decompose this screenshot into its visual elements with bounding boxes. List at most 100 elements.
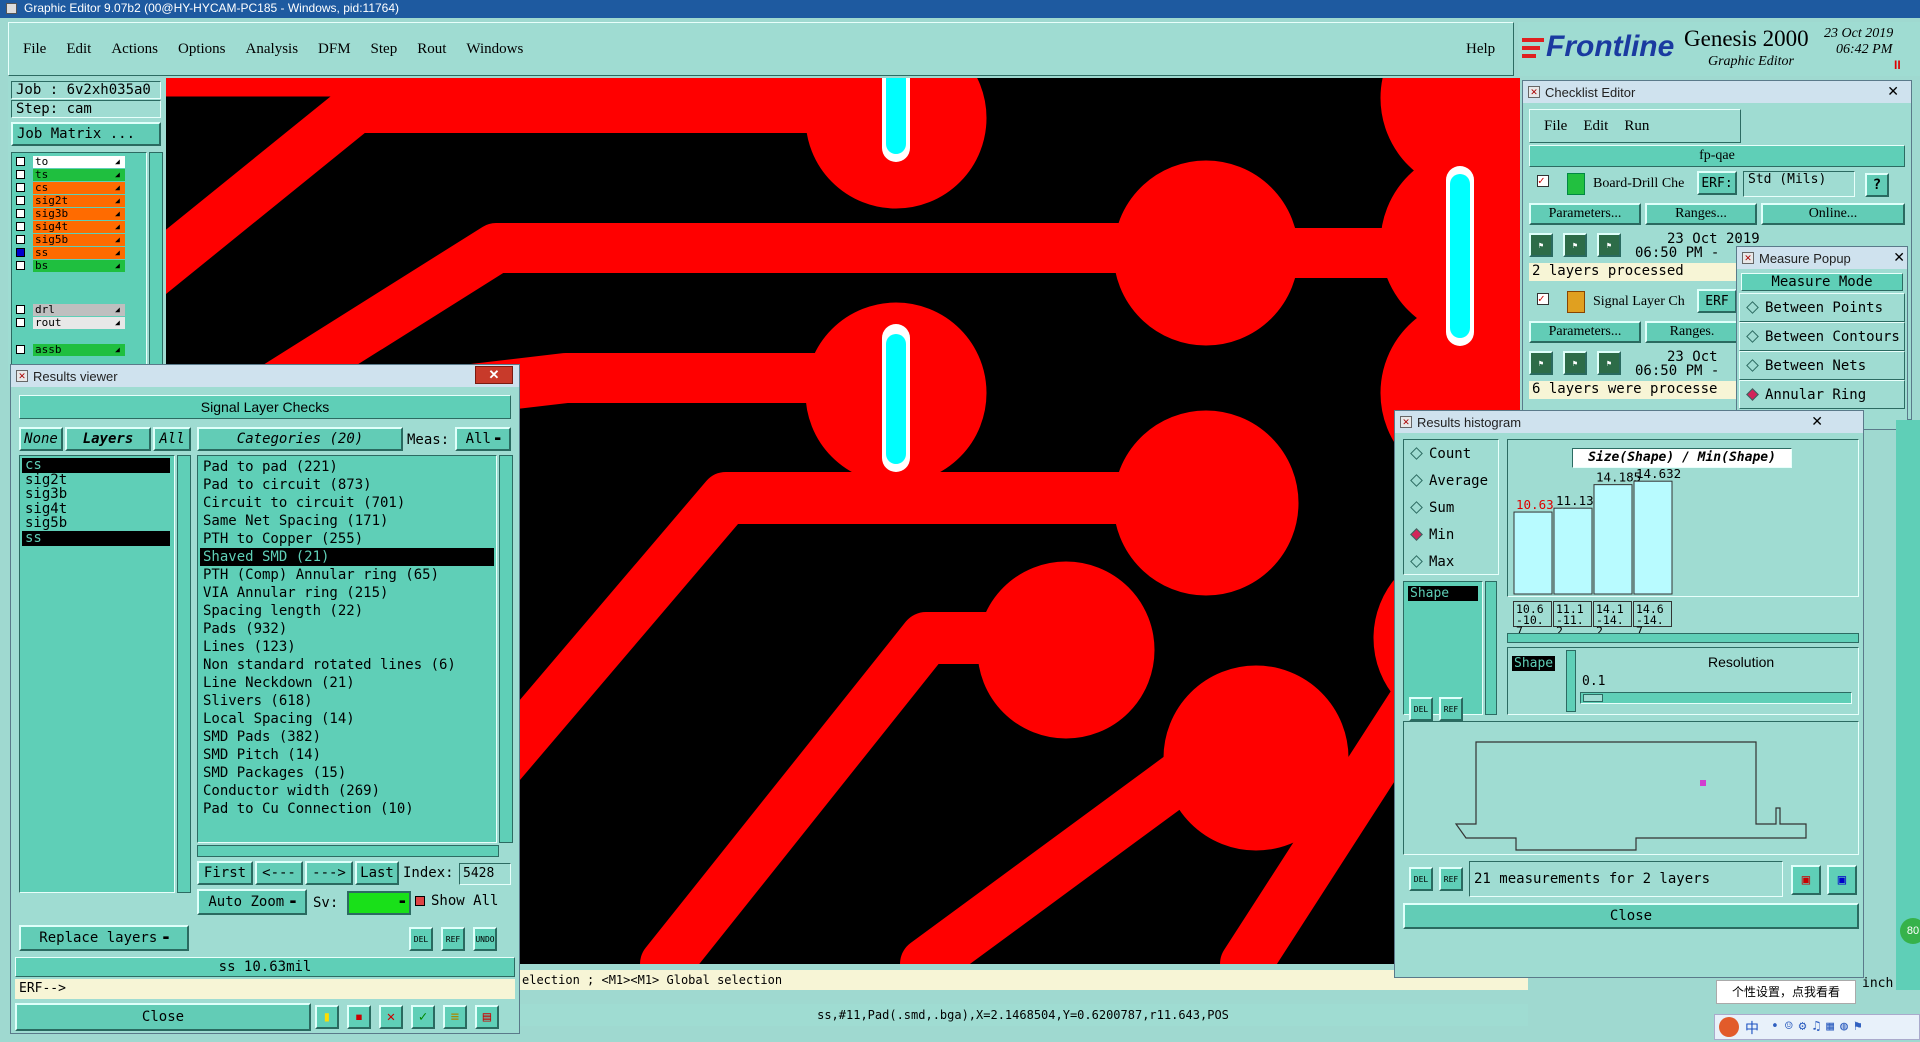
shape-scrollbar[interactable] [1485,581,1497,715]
res-slider[interactable] [1580,692,1852,704]
category-item[interactable]: Line Neckdown (21) [200,674,494,692]
del-icon[interactable]: DEL [409,927,433,951]
layer-checkbox[interactable] [16,261,25,270]
menu-edit[interactable]: Edit [66,41,91,58]
layer-checkbox[interactable] [16,157,25,166]
layer-row[interactable]: ts ◢ [14,168,125,181]
histogram-bar[interactable] [1513,511,1553,595]
layer-arrow-icon[interactable]: ◢ [115,157,120,166]
category-item[interactable]: SMD Pads (382) [200,728,494,746]
ranges-button-2[interactable]: Ranges. [1645,321,1739,343]
layer-arrow-icon[interactable]: ◢ [115,235,120,244]
category-item[interactable]: Spacing length (22) [200,602,494,620]
category-item[interactable]: Pad to Cu Connection (10) [200,800,494,818]
menu-dfm[interactable]: DFM [318,41,351,58]
hist-mode-count[interactable]: Count [1404,440,1498,467]
layer-checkbox[interactable] [16,248,25,257]
row1-help[interactable]: ? [1865,173,1889,197]
category-item[interactable]: Pad to pad (221) [200,458,494,476]
result-layer-item[interactable]: sig2t [22,472,170,488]
category-item[interactable]: PTH to Copper (255) [200,530,494,548]
layer-arrow-icon[interactable]: ◢ [115,305,120,314]
ranges-button-1[interactable]: Ranges... [1645,203,1757,225]
result-layer-item[interactable]: sig5b [22,516,170,531]
menu-help[interactable]: Help [1466,41,1495,58]
layer-row[interactable]: ss ◢ [14,246,125,259]
layer-result-scrollbar[interactable] [177,455,191,893]
none-button[interactable]: None [19,427,63,451]
category-item[interactable]: SMD Packages (15) [200,764,494,782]
category-item[interactable]: Slivers (618) [200,692,494,710]
ime-lang[interactable]: 中 [1745,1018,1759,1038]
category-item[interactable]: VIA Annular ring (215) [200,584,494,602]
shape-item[interactable]: Shape [1408,586,1478,601]
replace-layers-select[interactable]: Replace layers ▬ [19,925,189,951]
run-icon-6[interactable]: ⚑ [1597,351,1621,375]
res-scroll[interactable] [1566,650,1576,712]
measure-option[interactable]: Between Contours [1739,322,1905,351]
result-layer-item[interactable]: cs [22,458,170,473]
layer-row[interactable]: cs ◢ [14,181,125,194]
layer-checkbox[interactable] [16,209,25,218]
category-item[interactable]: Local Spacing (14) [200,710,494,728]
layer-arrow-icon[interactable]: ◢ [115,196,120,205]
run-icon-4[interactable]: ⚑ [1529,351,1553,375]
category-item[interactable]: Pad to circuit (873) [200,476,494,494]
category-item[interactable]: Shaved SMD (21) [200,548,494,566]
layer-checkbox[interactable] [16,183,25,192]
layer-row[interactable]: sig4t ◢ [14,220,125,233]
meas-select[interactable]: All ▬ [455,427,511,451]
layer-scrollbar[interactable] [149,152,163,378]
layer-arrow-icon[interactable]: ◢ [115,345,120,354]
histogram-bar[interactable] [1633,480,1673,595]
tip-badge[interactable]: 80 [1900,918,1920,944]
layer-checkbox[interactable] [16,196,25,205]
category-item[interactable]: Lines (123) [200,638,494,656]
erf-input[interactable]: ERF--> [15,979,515,999]
right-scroll-strip[interactable] [1896,420,1920,990]
menu-actions[interactable]: Actions [111,41,158,58]
results-close-button[interactable]: Close [15,1003,311,1031]
checklist-menu-run[interactable]: Run [1624,118,1649,135]
row1-erf[interactable]: ERF: [1697,171,1737,195]
tool-icon-3[interactable]: ✕ [379,1005,403,1029]
row2-checkbox[interactable]: ✓ [1537,293,1549,305]
layer-arrow-icon[interactable]: ◢ [115,222,120,231]
showall-checkbox[interactable]: Show All [415,893,498,909]
category-scrollbar-h[interactable] [197,845,499,857]
menu-windows[interactable]: Windows [466,41,523,58]
result-layer-item[interactable]: sig4t [22,502,170,517]
hist-mode-min[interactable]: Min [1404,521,1498,548]
run-icon-2[interactable]: ⚑ [1563,233,1587,257]
index-input[interactable]: 5428 [459,863,511,885]
chart-scrollbar[interactable] [1507,633,1859,643]
layer-arrow-icon[interactable]: ◢ [115,261,120,270]
hist-ref-icon-2[interactable]: REF [1439,867,1463,891]
row1-label[interactable]: Board-Drill Che [1593,176,1684,192]
run-icon-5[interactable]: ⚑ [1563,351,1587,375]
histogram-bar[interactable] [1553,507,1593,595]
menu-rout[interactable]: Rout [417,41,446,58]
layer-arrow-icon[interactable]: ◢ [115,170,120,179]
tool-icon-1[interactable]: ▮ [315,1005,339,1029]
next-button[interactable]: ---> [305,861,353,885]
histogram-close-icon[interactable]: ✕ [1811,413,1823,430]
row1-checkbox[interactable]: ✓ [1537,175,1549,187]
row2-label[interactable]: Signal Layer Ch [1593,294,1685,310]
export-icon-2[interactable]: ▣ [1827,865,1857,895]
tool-icon-4[interactable]: ✓ [411,1005,435,1029]
online-button[interactable]: Online... [1761,203,1905,225]
measure-option[interactable]: Annular Ring [1739,380,1905,409]
layer-row[interactable]: rout ◢ [14,316,125,329]
layer-arrow-icon[interactable]: ◢ [115,183,120,192]
first-button[interactable]: First [197,861,253,885]
category-item[interactable]: Circuit to circuit (701) [200,494,494,512]
prev-button[interactable]: <--- [255,861,303,885]
job-matrix-button[interactable]: Job Matrix ... [11,122,161,146]
layer-checkbox[interactable] [16,235,25,244]
category-item[interactable]: Same Net Spacing (171) [200,512,494,530]
measure-option[interactable]: Between Points [1739,293,1905,322]
tool-icon-6[interactable]: ▤ [475,1005,499,1029]
layer-checkbox[interactable] [16,345,25,354]
menu-analysis[interactable]: Analysis [246,41,299,58]
